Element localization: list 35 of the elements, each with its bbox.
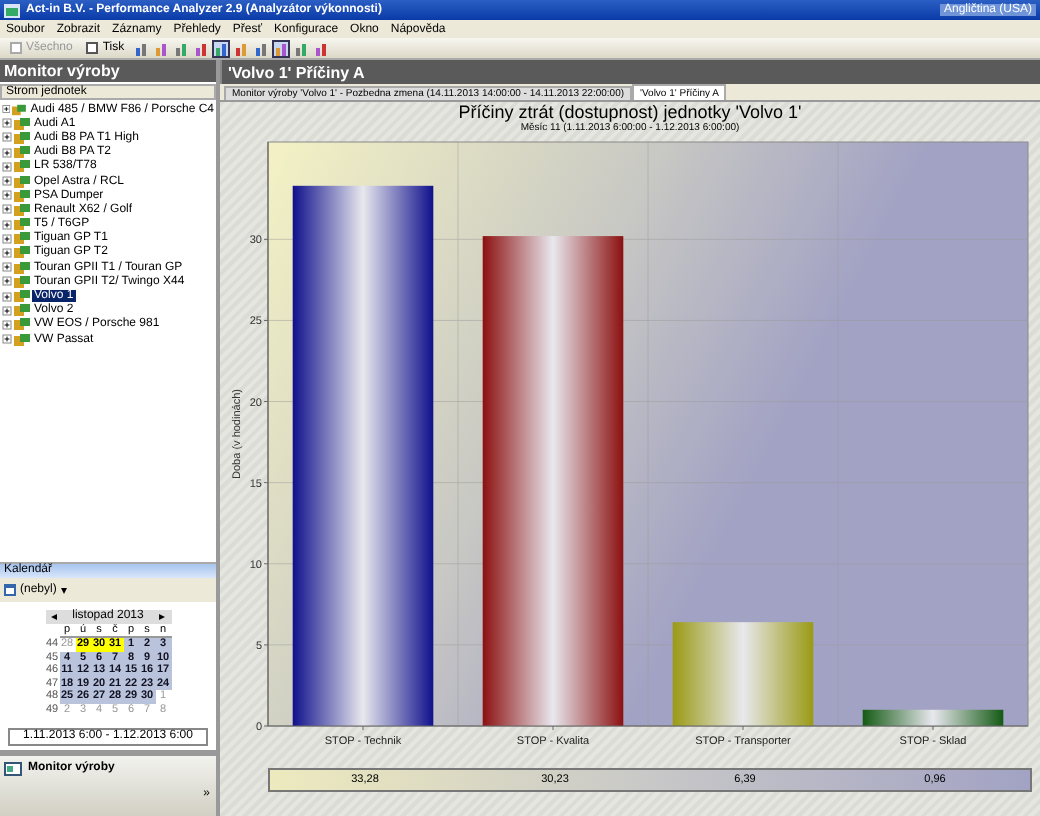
bar — [672, 622, 814, 726]
chart-title: Příčiny ztrát (dostupnost) jednotky 'Volvo 1' — [456, 102, 804, 122]
chart-icon[interactable] — [174, 41, 189, 55]
chart-icon[interactable] — [154, 41, 169, 55]
app-icon — [4, 3, 20, 17]
expand-icon[interactable] — [2, 104, 11, 115]
window-icon — [4, 761, 22, 775]
chart-icon[interactable] — [234, 41, 249, 55]
expand-icon[interactable] — [2, 204, 12, 215]
chart-icon[interactable] — [194, 41, 209, 55]
calendar-icon — [4, 583, 16, 595]
panel-title: Monitor výroby — [4, 62, 120, 80]
chart-icon[interactable] — [214, 41, 229, 55]
expand-icon[interactable] — [2, 176, 12, 187]
expand-icon[interactable] — [2, 132, 12, 143]
expand-icon[interactable] — [2, 262, 12, 273]
chart-icon[interactable] — [314, 41, 329, 55]
chart-icon[interactable] — [294, 41, 309, 55]
expand-icon[interactable] — [2, 118, 12, 129]
document-icon — [86, 42, 99, 54]
chart-icon[interactable] — [274, 41, 289, 55]
expand-icon[interactable] — [2, 219, 12, 230]
expand-icon[interactable] — [2, 233, 12, 244]
expand-icon[interactable] — [2, 247, 12, 258]
chart-icon[interactable] — [134, 41, 149, 55]
expand-icon[interactable] — [2, 334, 12, 345]
expand-icon[interactable] — [2, 161, 12, 172]
expand-icon[interactable] — [2, 319, 12, 330]
expand-icon[interactable] — [2, 147, 12, 158]
expand-icon[interactable] — [2, 190, 12, 201]
expand-icon[interactable] — [2, 276, 12, 287]
chart-icon[interactable] — [254, 41, 269, 55]
document-title: 'Volvo 1' Příčiny A — [228, 63, 365, 81]
expand-icon[interactable] — [2, 291, 12, 302]
expand-icon[interactable] — [2, 305, 12, 316]
